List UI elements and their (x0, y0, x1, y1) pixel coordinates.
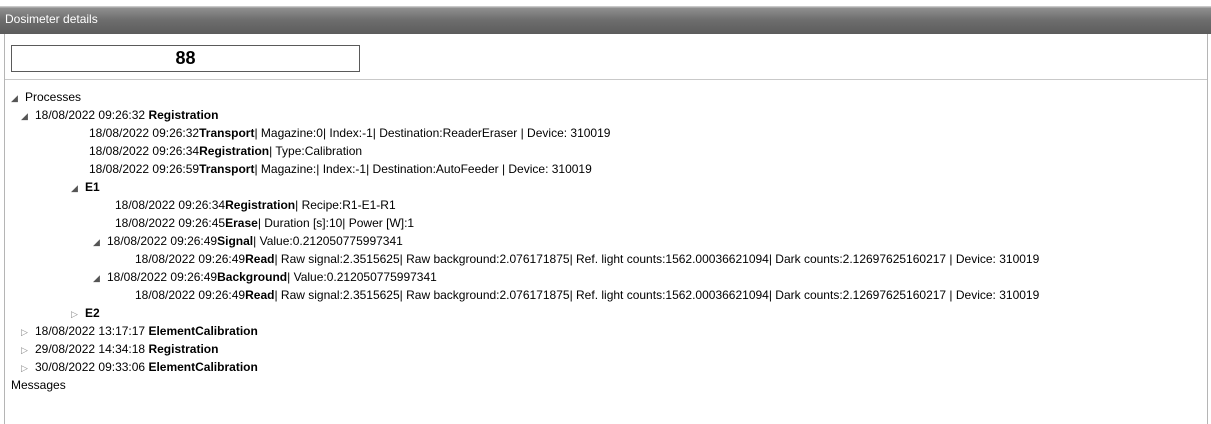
tree-node-label: Processes (25, 90, 82, 104)
triangle-expanded-icon[interactable]: ◢ (71, 180, 85, 196)
process-name: ElementCalibration (148, 360, 258, 374)
event-date: 18/08/2022 09:26:49 (135, 252, 246, 266)
tree-event-row[interactable]: 18/08/2022 09:26:34Registration| Type:Ca… (89, 143, 362, 159)
tree-node-e1[interactable]: ◢ E1 (71, 179, 100, 195)
event-date: 18/08/2022 09:26:45 (115, 216, 226, 230)
dosimeter-details-panel: 88 ◢ Processes ◢ 18/08/2022 09:26:32 Regis… (4, 34, 1208, 424)
top-border (0, 0, 1211, 7)
triangle-expanded-icon[interactable]: ◢ (21, 108, 35, 124)
tree-node-messages[interactable]: Messages (11, 377, 66, 393)
event-detail: | Raw signal:2.3515625| Raw background:2… (274, 252, 1040, 266)
event-type: Background (217, 270, 288, 284)
event-type: Registration (199, 144, 270, 158)
event-detail: | Type:Calibration (269, 144, 363, 158)
event-date: 18/08/2022 09:26:49 (107, 234, 218, 248)
tree-event-row[interactable]: 18/08/2022 09:26:32Transport| Magazine:0… (89, 125, 610, 141)
process-date: 18/08/2022 09:26:32 (35, 108, 146, 122)
event-detail: | Raw signal:2.3515625| Raw background:2… (274, 288, 1040, 302)
event-type: Registration (225, 198, 296, 212)
event-date: 18/08/2022 09:26:49 (107, 270, 218, 284)
event-date: 18/08/2022 09:26:59 (89, 162, 200, 176)
triangle-expanded-icon[interactable]: ◢ (11, 90, 25, 106)
tree-node-e2[interactable]: ▷ E2 (71, 305, 100, 321)
triangle-collapsed-icon[interactable]: ▷ (71, 306, 85, 322)
event-type: Erase (225, 216, 258, 230)
tree-event-row[interactable]: 18/08/2022 09:26:45Erase| Duration [s]:1… (115, 215, 414, 231)
tree-node-background[interactable]: ◢ 18/08/2022 09:26:49Background| Value:0.… (93, 269, 437, 285)
triangle-collapsed-icon[interactable]: ▷ (21, 360, 35, 376)
divider (5, 79, 1207, 80)
process-name: Registration (148, 108, 219, 122)
event-detail: | Value:0.212050775997341 (287, 270, 437, 284)
process-date: 30/08/2022 09:33:06 (35, 360, 146, 374)
tree-event-row[interactable]: 18/08/2022 09:26:49Read| Raw signal:2.35… (135, 287, 1039, 303)
panel-header: Dosimeter details (0, 7, 1211, 34)
element-label: E1 (85, 180, 100, 194)
tree-event-row[interactable]: 18/08/2022 09:26:49Read| Raw signal:2.35… (135, 251, 1039, 267)
event-detail: | Magazine:| Index:-1| Destination:AutoF… (254, 162, 592, 176)
event-date: 18/08/2022 09:26:34 (115, 198, 226, 212)
element-label: E2 (85, 306, 100, 320)
process-name: Registration (148, 342, 219, 356)
tree-node-process-1[interactable]: ◢ 18/08/2022 09:26:32 Registration (21, 107, 218, 123)
process-name: ElementCalibration (148, 324, 258, 338)
tree-node-process-3[interactable]: ▷ 29/08/2022 14:34:18 Registration (21, 341, 218, 357)
event-date: 18/08/2022 09:26:34 (89, 144, 200, 158)
tree-node-label: Messages (11, 378, 66, 392)
event-date: 18/08/2022 09:26:49 (135, 288, 246, 302)
event-type: Transport (199, 162, 255, 176)
tree-node-signal[interactable]: ◢ 18/08/2022 09:26:49Signal| Value:0.2120… (93, 233, 403, 249)
event-detail: | Value:0.212050775997341 (253, 234, 403, 248)
tree-event-row[interactable]: 18/08/2022 09:26:59Transport| Magazine:|… (89, 161, 592, 177)
event-date: 18/08/2022 09:26:32 (89, 126, 200, 140)
dosimeter-id-field[interactable]: 88 (11, 45, 360, 72)
triangle-collapsed-icon[interactable]: ▷ (21, 342, 35, 358)
event-type: Read (245, 288, 275, 302)
tree-node-process-2[interactable]: ▷ 18/08/2022 13:17:17 ElementCalibration (21, 323, 258, 339)
triangle-collapsed-icon[interactable]: ▷ (21, 324, 35, 340)
event-type: Read (245, 252, 275, 266)
event-type: Transport (199, 126, 255, 140)
tree-node-processes[interactable]: ◢ Processes (11, 89, 81, 105)
process-date: 29/08/2022 14:34:18 (35, 342, 146, 356)
triangle-expanded-icon[interactable]: ◢ (93, 234, 107, 250)
tree-node-process-4[interactable]: ▷ 30/08/2022 09:33:06 ElementCalibration (21, 359, 258, 375)
event-type: Signal (217, 234, 254, 248)
process-date: 18/08/2022 13:17:17 (35, 324, 146, 338)
event-detail: | Recipe:R1-E1-R1 (295, 198, 396, 212)
panel-title: Dosimeter details (5, 12, 98, 26)
event-detail: | Magazine:0| Index:-1| Destination:Read… (254, 126, 611, 140)
event-detail: | Duration [s]:10| Power [W]:1 (257, 216, 415, 230)
tree-event-row[interactable]: 18/08/2022 09:26:34Registration| Recipe:… (115, 197, 396, 213)
triangle-expanded-icon[interactable]: ◢ (93, 270, 107, 286)
